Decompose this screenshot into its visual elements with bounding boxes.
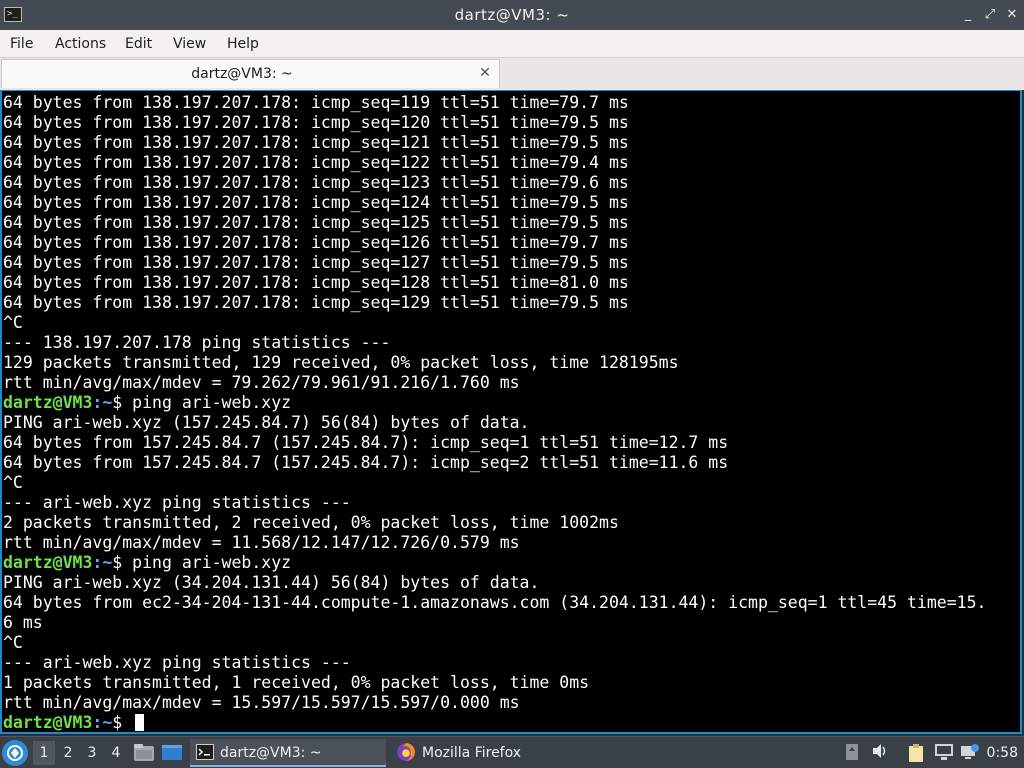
minimize-button[interactable]: _ (958, 5, 978, 25)
task-terminal[interactable]: dartz@VM3: ~ (190, 739, 386, 767)
clipboard-icon[interactable] (906, 743, 926, 763)
show-desktop-icon[interactable] (161, 743, 183, 763)
menubar: File Actions Edit View Help (0, 30, 1024, 58)
terminal-output-line: ^C (3, 633, 23, 652)
menu-help[interactable]: Help (227, 30, 259, 58)
tab-label: dartz@VM3: ~ (191, 66, 293, 82)
terminal-output-line: 64 bytes from 138.197.207.178: icmp_seq=… (3, 133, 629, 152)
terminal-output-line: ^C (3, 473, 23, 492)
menu-actions[interactable]: Actions (55, 30, 106, 58)
file-manager-icon[interactable] (133, 743, 155, 763)
prompt-separator: : (92, 713, 103, 732)
tab-close-icon[interactable]: ✕ (477, 64, 493, 82)
prompt-separator: : (92, 553, 103, 572)
terminal-output-line: 1 packets transmitted, 1 received, 0% pa… (3, 673, 590, 692)
network-icon[interactable] (934, 743, 954, 763)
terminal-output-line: 64 bytes from 138.197.207.178: icmp_seq=… (3, 213, 629, 232)
workspace-4[interactable]: 4 (105, 741, 127, 765)
terminal-output-line: PING ari-web.xyz (34.204.131.44) 56(84) … (3, 573, 540, 592)
firefox-icon (397, 743, 415, 761)
terminal-output-line: PING ari-web.xyz (157.245.84.7) 56(84) b… (3, 413, 530, 432)
window-titlebar: >_ dartz@VM3: ~ _ ⤢ ✕ (0, 0, 1024, 30)
terminal-output-line: 64 bytes from 138.197.207.178: icmp_seq=… (3, 113, 629, 132)
menu-file[interactable]: File (10, 30, 33, 58)
terminal-output-line: 64 bytes from 138.197.207.178: icmp_seq=… (3, 173, 629, 192)
terminal-output-line: 64 bytes from 138.197.207.178: icmp_seq=… (3, 253, 629, 272)
terminal-output-line: 2 packets transmitted, 2 received, 0% pa… (3, 513, 619, 532)
lxqt-menu-icon (7, 745, 23, 761)
prompt-user: dartz@VM3 (3, 393, 93, 412)
terminal-output-line: 64 bytes from 138.197.207.178: icmp_seq=… (3, 273, 629, 292)
terminal-output-line: 64 bytes from 138.197.207.178: icmp_seq=… (3, 193, 629, 212)
terminal-output-line: ^C (3, 313, 23, 332)
prompt-path: ~ (102, 713, 113, 732)
terminal-command: ping ari-web.xyz (132, 553, 292, 572)
workspace-3[interactable]: 3 (81, 741, 103, 765)
prompt-path: ~ (102, 393, 113, 412)
terminal-output-line: --- ari-web.xyz ping statistics --- (3, 493, 351, 512)
prompt-separator: : (92, 393, 103, 412)
close-window-button[interactable]: ✕ (1002, 5, 1022, 25)
terminal-prompt-line: dartz@VM3:~$ (3, 713, 1020, 732)
terminal-icon (196, 744, 214, 760)
prompt-dollar: $ (112, 553, 133, 572)
tab-terminal[interactable]: dartz@VM3: ~ ✕ (1, 59, 500, 88)
terminal-output-line: rtt min/avg/max/mdev = 79.262/79.961/91.… (3, 373, 520, 392)
terminal-prompt-line: dartz@VM3:~$ ping ari-web.xyz (3, 553, 1020, 573)
workspace-1[interactable]: 1 (33, 741, 55, 765)
window-title: dartz@VM3: ~ (454, 6, 570, 24)
terminal-output-line: 64 bytes from 157.245.84.7 (157.245.84.7… (3, 453, 729, 472)
terminal-prompt-line: dartz@VM3:~$ ping ari-web.xyz (3, 393, 1020, 413)
task-firefox[interactable]: Mozilla Firefox (392, 739, 592, 767)
terminal-output-line: --- ari-web.xyz ping statistics --- (3, 653, 351, 672)
prompt-dollar: $ (112, 393, 133, 412)
terminal-output: 64 bytes from 138.197.207.178: icmp_seq=… (3, 93, 1020, 732)
terminal-output-line: 6 ms (3, 613, 43, 632)
volume-icon[interactable] (870, 743, 890, 763)
workspace-2[interactable]: 2 (57, 741, 79, 765)
terminal-command: ping ari-web.xyz (132, 393, 292, 412)
prompt-dollar: $ (112, 713, 133, 732)
prompt-user: dartz@VM3 (3, 713, 93, 732)
terminal-output-line: rtt min/avg/max/mdev = 11.568/12.147/12.… (3, 533, 520, 552)
terminal-output-line: 64 bytes from 138.197.207.178: icmp_seq=… (3, 93, 629, 112)
upload-icon[interactable] (842, 743, 862, 763)
terminal-output-line: 64 bytes from ec2-34-204-131-44.compute-… (3, 593, 987, 612)
maximize-button[interactable]: ⤢ (980, 5, 1000, 25)
clock: 0:58 (986, 745, 1018, 761)
terminal-output-line: rtt min/avg/max/mdev = 15.597/15.597/15.… (3, 693, 520, 712)
terminal-output-line: --- 138.197.207.178 ping statistics --- (3, 333, 391, 352)
task-terminal-label: dartz@VM3: ~ (220, 745, 322, 761)
terminal-output-line: 64 bytes from 157.245.84.7 (157.245.84.7… (3, 433, 729, 452)
application-menu-icon[interactable] (2, 740, 28, 766)
terminal-output-line: 129 packets transmitted, 129 received, 0… (3, 353, 679, 372)
menu-view[interactable]: View (173, 30, 206, 58)
terminal-output-line: 64 bytes from 138.197.207.178: icmp_seq=… (3, 293, 629, 312)
prompt-path: ~ (102, 553, 113, 572)
terminal-output-line: 64 bytes from 138.197.207.178: icmp_seq=… (3, 153, 629, 172)
terminal-cursor (135, 714, 145, 731)
update-icon[interactable] (960, 743, 980, 763)
menu-edit[interactable]: Edit (125, 30, 152, 58)
prompt-user: dartz@VM3 (3, 553, 93, 572)
task-firefox-label: Mozilla Firefox (422, 745, 522, 761)
taskbar: 1 2 3 4 dartz@VM3: ~ Mozilla Firefox 0:5… (0, 736, 1024, 768)
terminal-output-line: 64 bytes from 138.197.207.178: icmp_seq=… (3, 233, 629, 252)
tab-bar: dartz@VM3: ~ ✕ (0, 58, 1024, 90)
terminal-view[interactable]: 64 bytes from 138.197.207.178: icmp_seq=… (0, 90, 1022, 734)
